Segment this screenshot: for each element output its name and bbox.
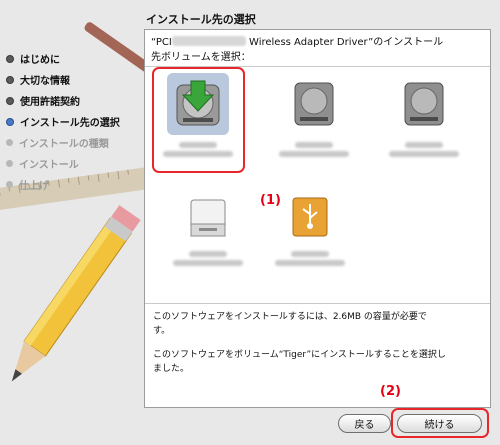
step-label: 使用許諾契約: [20, 97, 80, 108]
volume-2[interactable]: [273, 73, 355, 157]
volume-5[interactable]: [269, 182, 351, 266]
message-line2b: ました。: [153, 364, 190, 374]
selection-highlight-frame: [152, 67, 245, 173]
step-installation: インストール: [6, 153, 146, 174]
volume-info: [275, 260, 345, 266]
step-installation-type: インストールの種類: [6, 132, 146, 153]
step-label: 仕上げ: [19, 181, 49, 192]
volume-name: [189, 251, 227, 257]
external-drive-icon: [190, 199, 226, 237]
step-bullet-icon: [6, 181, 13, 188]
usb-drive-icon: [292, 197, 328, 237]
step-label: はじめに: [20, 55, 60, 66]
volume-info: [173, 260, 243, 266]
message-line1b: す。: [153, 326, 171, 336]
volume-info: [389, 151, 459, 157]
step-summary: 仕上げ: [6, 174, 146, 195]
installer-steps: はじめに 大切な情報 使用許諾契約 インストール先の選択 インストールの種類 イ…: [6, 48, 146, 195]
prompt-suffix: Wireless Adapter Driver”のインストール: [245, 37, 444, 48]
step-label: インストールの種類: [19, 139, 109, 150]
step-bullet-icon: [6, 139, 13, 146]
prompt-line2: 先ボリュームを選択：: [151, 52, 251, 63]
volume-name: [291, 251, 329, 257]
page-title: インストール先の選択: [146, 13, 256, 26]
step-label: インストール: [19, 160, 79, 171]
step-label: 大切な情報: [20, 76, 70, 87]
volume-prompt: “PCI Wireless Adapter Driver”のインストール 先ボリ…: [151, 35, 481, 65]
step-destination-select: インストール先の選択: [6, 111, 146, 132]
hard-disk-icon: [404, 82, 444, 126]
step-bullet-icon: [6, 75, 14, 84]
callout-2: (2): [380, 384, 401, 399]
step-bullet-icon: [6, 160, 13, 167]
step-bullet-icon: [6, 54, 14, 63]
back-button[interactable]: 戻る: [338, 414, 391, 433]
message-line1: このソフトウェアをインストールするには、2.6MB の容量が必要で: [153, 312, 427, 322]
volume-4[interactable]: [167, 182, 249, 266]
volume-3[interactable]: [383, 73, 465, 157]
volume-info: [279, 151, 349, 157]
step-read-me: 大切な情報: [6, 69, 146, 90]
step-label: インストール先の選択: [20, 118, 120, 129]
install-message: このソフトウェアをインストールするには、2.6MB の容量が必要で す。 このソフ…: [153, 310, 483, 386]
continue-button[interactable]: 続ける: [397, 414, 482, 433]
step-bullet-icon: [6, 96, 14, 105]
hard-disk-icon: [294, 82, 334, 126]
message-line2: このソフトウェアをボリューム“Tiger”にインストールすることを選択し: [153, 350, 446, 360]
volume-name: [405, 142, 443, 148]
step-license: 使用許諾契約: [6, 90, 146, 111]
callout-1: (1): [260, 193, 281, 208]
step-introduction: はじめに: [6, 48, 146, 69]
redacted-text: [171, 36, 246, 46]
prompt-prefix: “PCI: [151, 37, 172, 48]
volume-name: [295, 142, 333, 148]
step-bullet-icon: [6, 117, 14, 126]
